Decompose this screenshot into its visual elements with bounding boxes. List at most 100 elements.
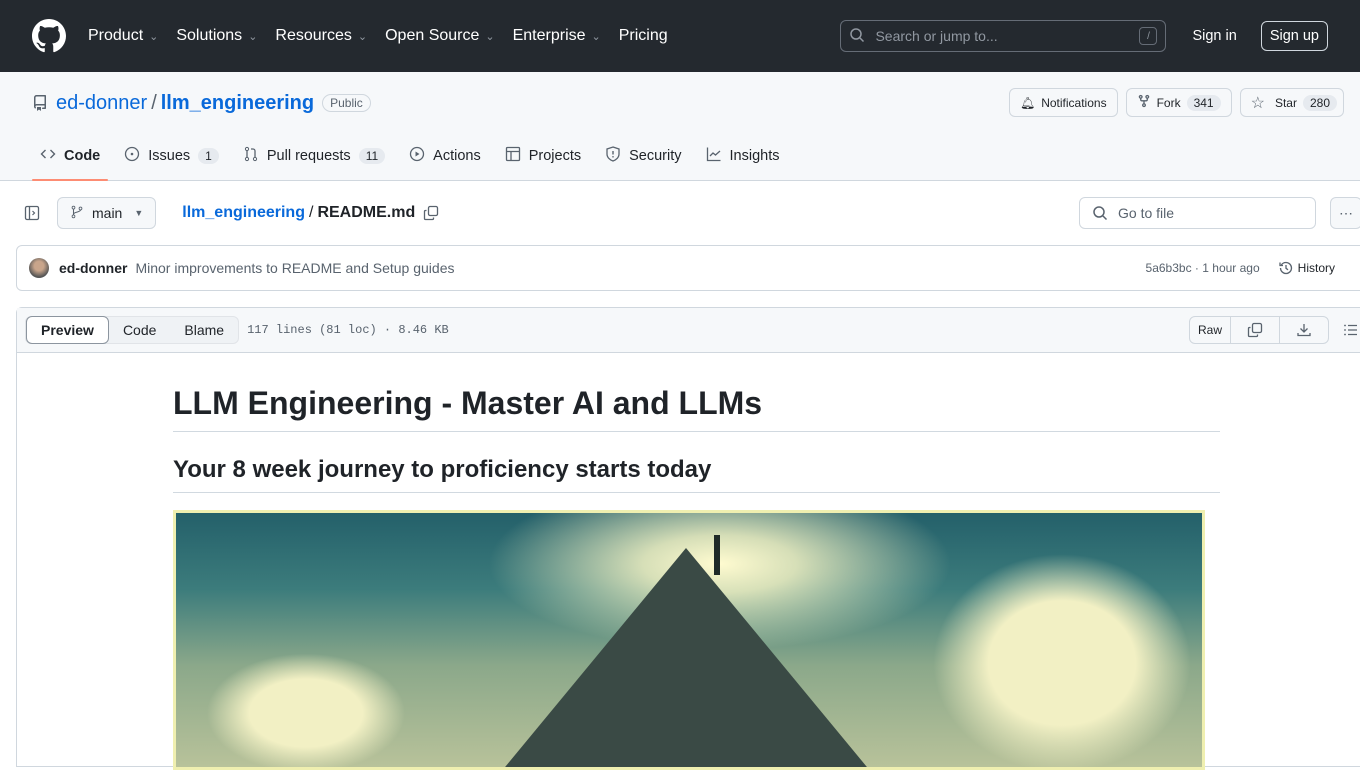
- commit-time: 1 hour ago: [1202, 261, 1260, 275]
- breadcrumb-repo-link[interactable]: llm_engineering: [182, 204, 305, 222]
- commit-sha[interactable]: 5a6b3bc: [1146, 261, 1192, 275]
- repo-owner-link[interactable]: ed-donner: [56, 92, 147, 115]
- file-viewer: Preview Code Blame 117 lines (81 loc) · …: [16, 307, 1360, 770]
- issue-icon: [124, 146, 140, 166]
- cloud-left-shape: [206, 653, 406, 767]
- tab-label: Pull requests: [266, 148, 351, 164]
- raw-button[interactable]: Raw: [1190, 317, 1231, 343]
- fork-button[interactable]: Fork 341: [1125, 88, 1232, 117]
- go-to-file-input[interactable]: Go to file: [1079, 197, 1316, 229]
- hero-image: [173, 510, 1205, 770]
- file-actions-group: Raw: [1188, 316, 1329, 344]
- nav-pricing[interactable]: Pricing: [619, 27, 668, 45]
- nav-enterprise[interactable]: Enterprise ⌄: [513, 27, 601, 45]
- star-icon: ☆: [1250, 94, 1265, 112]
- tab-insights[interactable]: Insights: [698, 132, 788, 180]
- nav-open-source[interactable]: Open Source ⌄: [385, 27, 495, 45]
- search-icon: [1092, 205, 1108, 221]
- github-logo-icon[interactable]: [32, 19, 66, 53]
- issues-count: 1: [198, 148, 219, 164]
- repo-actions: 🔔︎ Notifications Fork 341 ☆ Star 280: [1008, 88, 1344, 117]
- repo-header: ed-donner / llm_engineering Public 🔔︎ Not…: [0, 72, 1360, 181]
- nav-label: Product: [88, 27, 144, 44]
- graph-icon: [706, 146, 722, 166]
- tab-label: Security: [629, 148, 682, 164]
- outline-list-icon[interactable]: [1343, 322, 1359, 338]
- tab-label: Actions: [433, 148, 481, 164]
- chevron-down-icon: ⌄: [591, 30, 601, 43]
- tab-label: Issues: [148, 148, 191, 164]
- star-button[interactable]: ☆ Star 280: [1239, 88, 1344, 117]
- tab-label: Code: [64, 148, 101, 164]
- tab-issues[interactable]: Issues 1: [116, 132, 227, 180]
- chevron-down-icon: ⌄: [149, 30, 159, 43]
- chevron-down-icon: ⌄: [485, 30, 495, 43]
- tab-pull-requests[interactable]: Pull requests 11: [235, 132, 393, 180]
- readme-title: LLM Engineering - Master AI and LLMs: [173, 353, 1220, 432]
- tab-label: Insights: [729, 148, 780, 164]
- bell-icon: 🔔︎: [1019, 95, 1036, 110]
- go-to-file-placeholder: Go to file: [1118, 205, 1175, 221]
- repo-icon: [32, 95, 48, 111]
- kebab-horizontal-icon: ⋯: [1339, 204, 1353, 221]
- fork-count: 341: [1186, 94, 1221, 111]
- sign-in-link[interactable]: Sign in: [1192, 28, 1236, 44]
- tab-preview[interactable]: Preview: [26, 316, 109, 344]
- nav-label: Solutions: [176, 27, 243, 44]
- sidebar-toggle-icon[interactable]: [24, 205, 40, 221]
- shield-icon: [605, 146, 621, 166]
- mountain-shape: [496, 548, 876, 767]
- commit-message[interactable]: Minor improvements to README and Setup g…: [135, 260, 454, 276]
- global-search-input[interactable]: Search or jump to... /: [840, 20, 1167, 52]
- tab-code[interactable]: Code: [32, 132, 109, 181]
- meta-separator: ·: [1194, 261, 1199, 275]
- breadcrumb-filename: README.md: [317, 204, 416, 221]
- tab-code-view[interactable]: Code: [109, 316, 170, 344]
- tab-security[interactable]: Security: [597, 132, 689, 180]
- download-button[interactable]: [1280, 317, 1328, 343]
- tab-actions[interactable]: Actions: [401, 132, 489, 180]
- copy-icon: [1239, 322, 1271, 338]
- history-label: History: [1297, 261, 1335, 275]
- file-tools: Raw: [1188, 316, 1359, 344]
- file-info: 117 lines (81 loc) · 8.46 KB: [247, 323, 449, 337]
- visibility-badge: Public: [322, 94, 371, 112]
- view-mode-toggle: Preview Code Blame: [25, 316, 240, 344]
- file-navigation: main ▼ llm_engineering / README.md Go to …: [0, 181, 1360, 245]
- repo-separator: /: [151, 91, 157, 114]
- tab-projects[interactable]: Projects: [497, 132, 589, 180]
- table-icon: [505, 146, 521, 166]
- nav-label: Open Source: [385, 27, 480, 44]
- commit-author[interactable]: ed-donner: [59, 260, 127, 276]
- search-icon: [849, 27, 865, 46]
- branch-selector[interactable]: main ▼: [57, 197, 157, 229]
- star-count: 280: [1302, 94, 1337, 111]
- nav-resources[interactable]: Resources ⌄: [275, 27, 367, 45]
- cloud-right-shape: [932, 553, 1192, 767]
- copy-path-icon[interactable]: [423, 205, 439, 221]
- readme-content: LLM Engineering - Master AI and LLMs You…: [17, 353, 1360, 770]
- sign-up-button[interactable]: Sign up: [1260, 21, 1328, 51]
- nav-solutions[interactable]: Solutions ⌄: [176, 27, 257, 45]
- notifications-button[interactable]: 🔔︎ Notifications: [1008, 88, 1118, 117]
- commit-meta: 5a6b3bc · 1 hour ago: [1146, 261, 1260, 275]
- tab-label: Projects: [528, 148, 582, 164]
- file-viewer-header: Preview Code Blame 117 lines (81 loc) · …: [17, 308, 1360, 353]
- download-icon: [1288, 322, 1320, 338]
- nav-product[interactable]: Product ⌄: [88, 27, 158, 45]
- search-placeholder: Search or jump to...: [875, 28, 998, 44]
- fork-label: Fork: [1156, 95, 1181, 110]
- nav-label: Enterprise: [512, 27, 586, 44]
- tower-shape: [714, 535, 720, 575]
- repo-name-link[interactable]: llm_engineering: [161, 92, 314, 115]
- breadcrumb: llm_engineering / README.md: [182, 204, 439, 222]
- copy-raw-button[interactable]: [1231, 317, 1280, 343]
- main-nav: Product ⌄ Solutions ⌄ Resources ⌄ Open Sour…: [88, 27, 686, 45]
- tab-blame[interactable]: Blame: [170, 316, 238, 344]
- repo-tabs: Code Issues 1 Pull requests 11 Actions Pro…: [32, 132, 795, 181]
- avatar[interactable]: [29, 258, 49, 278]
- history-button[interactable]: History: [1278, 260, 1335, 276]
- more-options-button[interactable]: ⋯: [1330, 197, 1360, 229]
- fork-icon: [1137, 94, 1151, 111]
- branch-name: main: [92, 205, 123, 221]
